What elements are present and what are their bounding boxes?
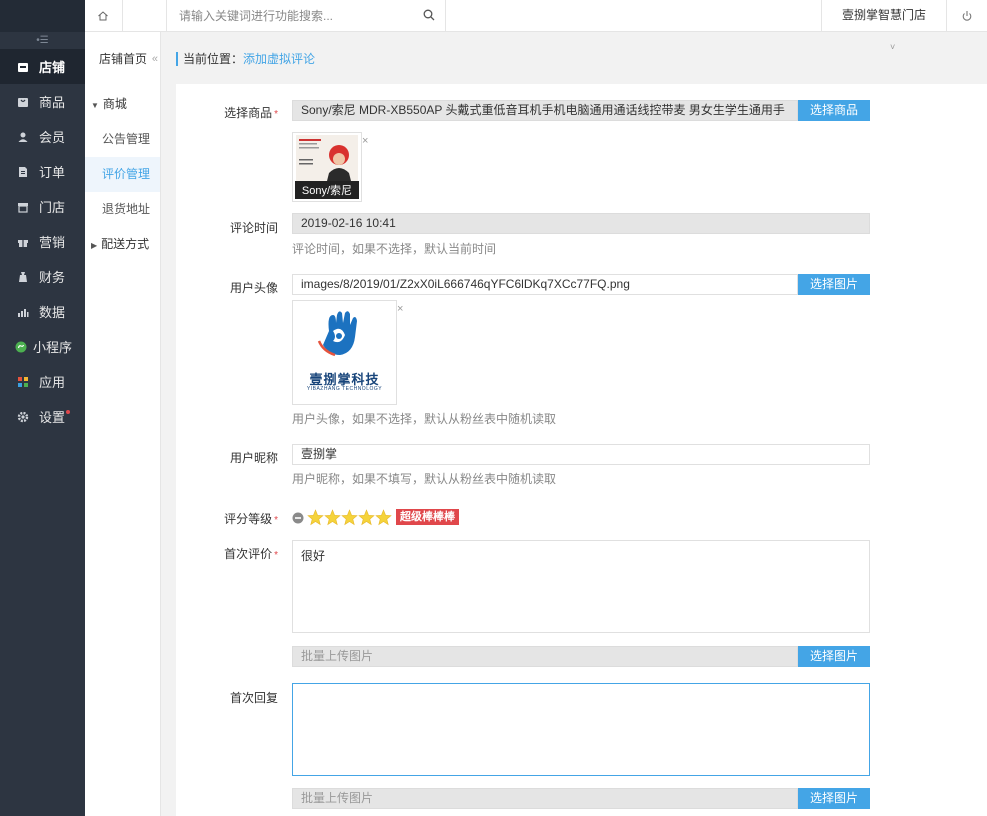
collapse-chevron-icon[interactable]: « xyxy=(152,32,158,87)
rating-label: 评分等级 * xyxy=(224,512,278,526)
subnav-group-delivery[interactable]: ▶ 配送方式 xyxy=(85,227,160,262)
goods-icon xyxy=(16,95,30,109)
remove-avatar-icon[interactable]: × xyxy=(397,303,403,315)
miniprogram-icon xyxy=(14,340,28,354)
sidebar-item-member[interactable]: 会员 xyxy=(0,119,85,154)
subnav-home-label: 店铺首页 xyxy=(99,52,148,66)
sidebar-item-store[interactable]: 店铺 xyxy=(0,49,85,84)
star-icon[interactable] xyxy=(375,509,392,526)
sidebar-item-label: 会员 xyxy=(39,130,66,145)
home-icon[interactable] xyxy=(85,0,123,32)
subnav-group-mall[interactable]: ▼ 商城 xyxy=(85,87,160,122)
star-icon[interactable] xyxy=(324,509,341,526)
sidebar-item-marketing[interactable]: 营销 xyxy=(0,224,85,259)
logo-subtext: YIBAZHANG TECHNOLOGY xyxy=(306,386,383,392)
sidebar-item-label: 财务 xyxy=(39,270,66,285)
sidebar-item-label: 小程序 xyxy=(33,340,73,355)
top-bar: 壹捌掌智慧门店 xyxy=(125,0,987,32)
sub-sidebar: 店铺首页 « ▼ 商城 公告管理 评价管理 退货地址 ▶ 配送方式 xyxy=(85,0,161,816)
breadcrumb: 当前位置：添加虚拟评论 xyxy=(176,52,315,66)
time-field[interactable]: 2019-02-16 10:41 xyxy=(292,213,870,234)
remove-product-icon[interactable]: × xyxy=(362,135,368,147)
avatar-help: 用户头像，如果不选择，默认从粉丝表中随机读取 xyxy=(292,412,557,426)
sidebar-item-data[interactable]: 数据 xyxy=(0,294,85,329)
star-icon[interactable] xyxy=(341,509,358,526)
sidebar-item-goods[interactable]: 商品 xyxy=(0,84,85,119)
sidebar-item-shop[interactable]: 门店 xyxy=(0,189,85,224)
time-label: 评论时间 xyxy=(229,221,278,235)
product-thumb-caption: Sony/索尼 xyxy=(301,185,353,197)
sidebar-item-label: 商品 xyxy=(39,95,66,110)
order-icon xyxy=(16,165,30,179)
shop-icon xyxy=(16,200,30,214)
star-icon[interactable] xyxy=(307,509,324,526)
subnav-item-notice[interactable]: 公告管理 xyxy=(85,122,160,157)
finance-icon xyxy=(16,270,30,284)
avatar-thumbnail[interactable]: 壹捌掌科技 YIBAZHANG TECHNOLOGY xyxy=(292,300,397,405)
gear-icon xyxy=(16,410,30,424)
product-thumbnail[interactable]: Sony/索尼 xyxy=(292,132,362,202)
company-logo-image xyxy=(317,311,357,357)
first-review-label: 首次评价 * xyxy=(224,547,278,561)
caret-right-icon: ▶ xyxy=(91,241,98,250)
caret-down-icon: ▼ xyxy=(91,101,99,110)
first-reply-textarea[interactable] xyxy=(292,683,870,776)
upload-images-field-2[interactable]: 批量上传图片 xyxy=(292,788,798,809)
rating-badge: 超级棒棒棒 xyxy=(396,509,459,525)
sidebar-item-order[interactable]: 订单 xyxy=(0,154,85,189)
subnav-group-label: 商城 xyxy=(102,97,127,111)
sidebar-item-label: 数据 xyxy=(39,305,66,320)
breadcrumb-prefix: 当前位置： xyxy=(183,52,244,66)
subnav-group-label: 配送方式 xyxy=(101,237,150,251)
nick-field[interactable]: 壹捌掌 xyxy=(292,444,870,465)
avatar-label: 用户头像 xyxy=(229,281,278,295)
main-sidebar: •☰ 店铺 商品 会员 订单 门店 营销 财务 数据 小程序 应用 设置 xyxy=(0,0,85,816)
sidebar-item-label: 订单 xyxy=(39,165,66,180)
sidebar-item-label: 店铺 xyxy=(39,60,66,75)
search-icon[interactable] xyxy=(423,9,435,21)
power-icon[interactable] xyxy=(947,0,987,32)
search-input[interactable] xyxy=(167,0,417,31)
rating-stars xyxy=(292,509,392,526)
select-product-button[interactable]: 选择商品 xyxy=(798,100,870,121)
star-icon[interactable] xyxy=(358,509,375,526)
sidebar-item-apps[interactable]: 应用 xyxy=(0,364,85,399)
logo-area xyxy=(0,0,85,32)
sidebar-item-label: 设置 xyxy=(39,410,66,425)
minus-circle-icon[interactable] xyxy=(292,512,304,524)
sidebar-item-label: 营销 xyxy=(39,235,66,250)
search-box xyxy=(166,0,446,32)
upload-images-field[interactable]: 批量上传图片 xyxy=(292,646,798,667)
breadcrumb-current[interactable]: 添加虚拟评论 xyxy=(243,52,315,66)
subnav-home[interactable]: 店铺首页 « xyxy=(85,32,160,87)
sidebar-item-miniprogram[interactable]: 小程序 xyxy=(0,329,85,364)
avatar-path-field[interactable]: images/8/2019/01/Z2xX0iL666746qYFC6lDKq7… xyxy=(292,274,798,295)
store-icon xyxy=(16,60,30,74)
chart-icon xyxy=(16,305,30,319)
select-avatar-button[interactable]: 选择图片 xyxy=(798,274,870,295)
gift-icon xyxy=(16,235,30,249)
product-label: 选择商品 * xyxy=(224,106,278,120)
select-images-button[interactable]: 选择图片 xyxy=(798,646,870,667)
sidebar-item-label: 门店 xyxy=(39,200,66,215)
sidebar-collapse-icon[interactable]: •☰ xyxy=(0,32,85,49)
chevron-down-icon[interactable]: ˅ xyxy=(890,42,895,52)
notification-dot xyxy=(66,409,71,414)
time-help: 评论时间，如果不选择，默认当前时间 xyxy=(292,242,497,256)
first-review-textarea[interactable] xyxy=(292,540,870,633)
nick-label: 用户昵称 xyxy=(229,451,278,465)
member-icon xyxy=(16,130,30,144)
nick-help: 用户昵称，如果不填写，默认从粉丝表中随机读取 xyxy=(292,472,557,486)
first-reply-label: 首次回复 xyxy=(229,691,278,705)
store-name[interactable]: 壹捌掌智慧门店 xyxy=(820,0,947,32)
select-images-button-2[interactable]: 选择图片 xyxy=(798,788,870,809)
subnav-item-return[interactable]: 退货地址 xyxy=(85,192,160,227)
subnav-item-review[interactable]: 评价管理 xyxy=(85,157,160,192)
star-group xyxy=(307,509,392,526)
sidebar-item-label: 应用 xyxy=(39,375,66,390)
sidebar-item-settings[interactable]: 设置 xyxy=(0,399,85,434)
sidebar-item-finance[interactable]: 财务 xyxy=(0,259,85,294)
apps-icon xyxy=(16,375,30,389)
product-field[interactable]: Sony/索尼 MDR-XB550AP 头戴式重低音耳机手机电脑通用通话线控带麦… xyxy=(292,100,798,121)
